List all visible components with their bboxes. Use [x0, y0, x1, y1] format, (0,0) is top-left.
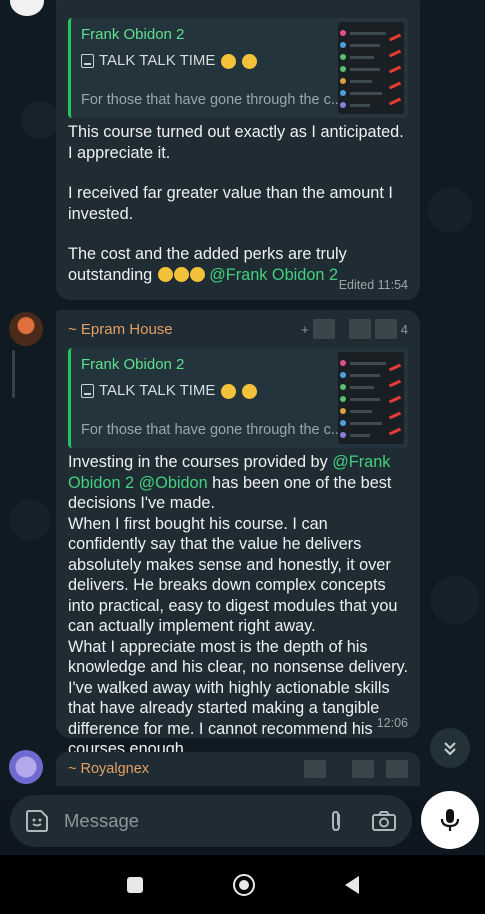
scroll-down-button[interactable]	[430, 728, 470, 768]
home-button[interactable]	[232, 873, 255, 896]
emoji-icon	[242, 53, 258, 69]
message-bubble[interactable]: Frank Obidon 2 TALK TALK TIME For those …	[56, 0, 420, 300]
message-paragraph: This course turned out exactly as I anti…	[68, 123, 404, 162]
document-icon	[81, 54, 94, 68]
message-paragraph: Investing in the courses provided by @Fr…	[68, 452, 408, 514]
reply-quote[interactable]: Frank Obidon 2 TALK TALK TIME For those …	[68, 348, 408, 448]
message-meta: Edited 11:54	[339, 278, 408, 292]
recent-apps-button[interactable]	[126, 876, 143, 893]
message-time: 12:06	[376, 716, 408, 730]
microphone-icon	[440, 809, 460, 831]
reply-thumbnail	[338, 352, 404, 444]
sender-row: ~ Epram House + 4	[68, 318, 408, 340]
reply-preview: For those that have gone through the c..…	[81, 92, 343, 108]
edited-label: Edited	[338, 278, 375, 292]
camera-icon[interactable]	[370, 808, 398, 834]
message-text-part: Investing in the courses provided by	[68, 453, 333, 471]
sender-avatar[interactable]	[9, 750, 43, 784]
message-paragraph: What I appreciate most is the depth of h…	[68, 637, 409, 759]
message-composer	[10, 795, 412, 847]
reply-title-text: TALK TALK TIME	[99, 382, 216, 399]
message-time: 11:54	[377, 278, 408, 292]
message-paragraph: When I first bought his course. I can co…	[68, 514, 398, 636]
emoji-icon	[189, 266, 205, 282]
reply-preview: For those that have gone through the c..…	[81, 422, 343, 438]
emoji-icon	[242, 383, 258, 399]
back-button[interactable]	[344, 875, 359, 894]
emoji-icon	[157, 266, 173, 282]
message-meta: 12:06	[377, 716, 408, 730]
emoji-icon	[221, 53, 237, 69]
sender-name[interactable]: ~ Epram House	[68, 321, 173, 338]
document-icon	[81, 384, 94, 398]
message-bubble[interactable]: ~ Epram House + 4 Frank Obidon 2 TALK TA…	[56, 310, 420, 758]
reply-title-text: TALK TALK TIME	[99, 52, 216, 69]
emoji-icon	[221, 383, 237, 399]
mention-link[interactable]: @Frank Obidon 2	[209, 266, 338, 284]
system-navigation-bar	[0, 855, 485, 914]
record-voice-button[interactable]	[421, 791, 479, 849]
emoji-icon	[173, 266, 189, 282]
sender-extra-count: 4	[400, 321, 408, 337]
sender-extra: + 4	[301, 319, 408, 339]
paperclip-icon[interactable]	[324, 808, 348, 834]
reply-quote[interactable]: Frank Obidon 2 TALK TALK TIME For those …	[68, 18, 408, 118]
message-input[interactable]	[64, 810, 299, 832]
sender-name[interactable]: ~ Royalgnex	[68, 761, 149, 777]
message-text: This course turned out exactly as I anti…	[68, 122, 408, 285]
sender-indicator	[12, 350, 15, 398]
sender-avatar[interactable]	[9, 312, 43, 346]
reply-thumbnail	[338, 22, 404, 114]
mention-link[interactable]: @Obidon	[139, 474, 208, 492]
sticker-icon[interactable]	[24, 808, 50, 834]
message-bubble-preview[interactable]: ~ Royalgnex	[56, 752, 420, 786]
double-chevron-down-icon	[444, 742, 456, 756]
message-text: Investing in the courses provided by @Fr…	[68, 452, 408, 760]
sender-extra	[304, 760, 408, 778]
message-paragraph: I received far greater value than the am…	[68, 184, 393, 223]
